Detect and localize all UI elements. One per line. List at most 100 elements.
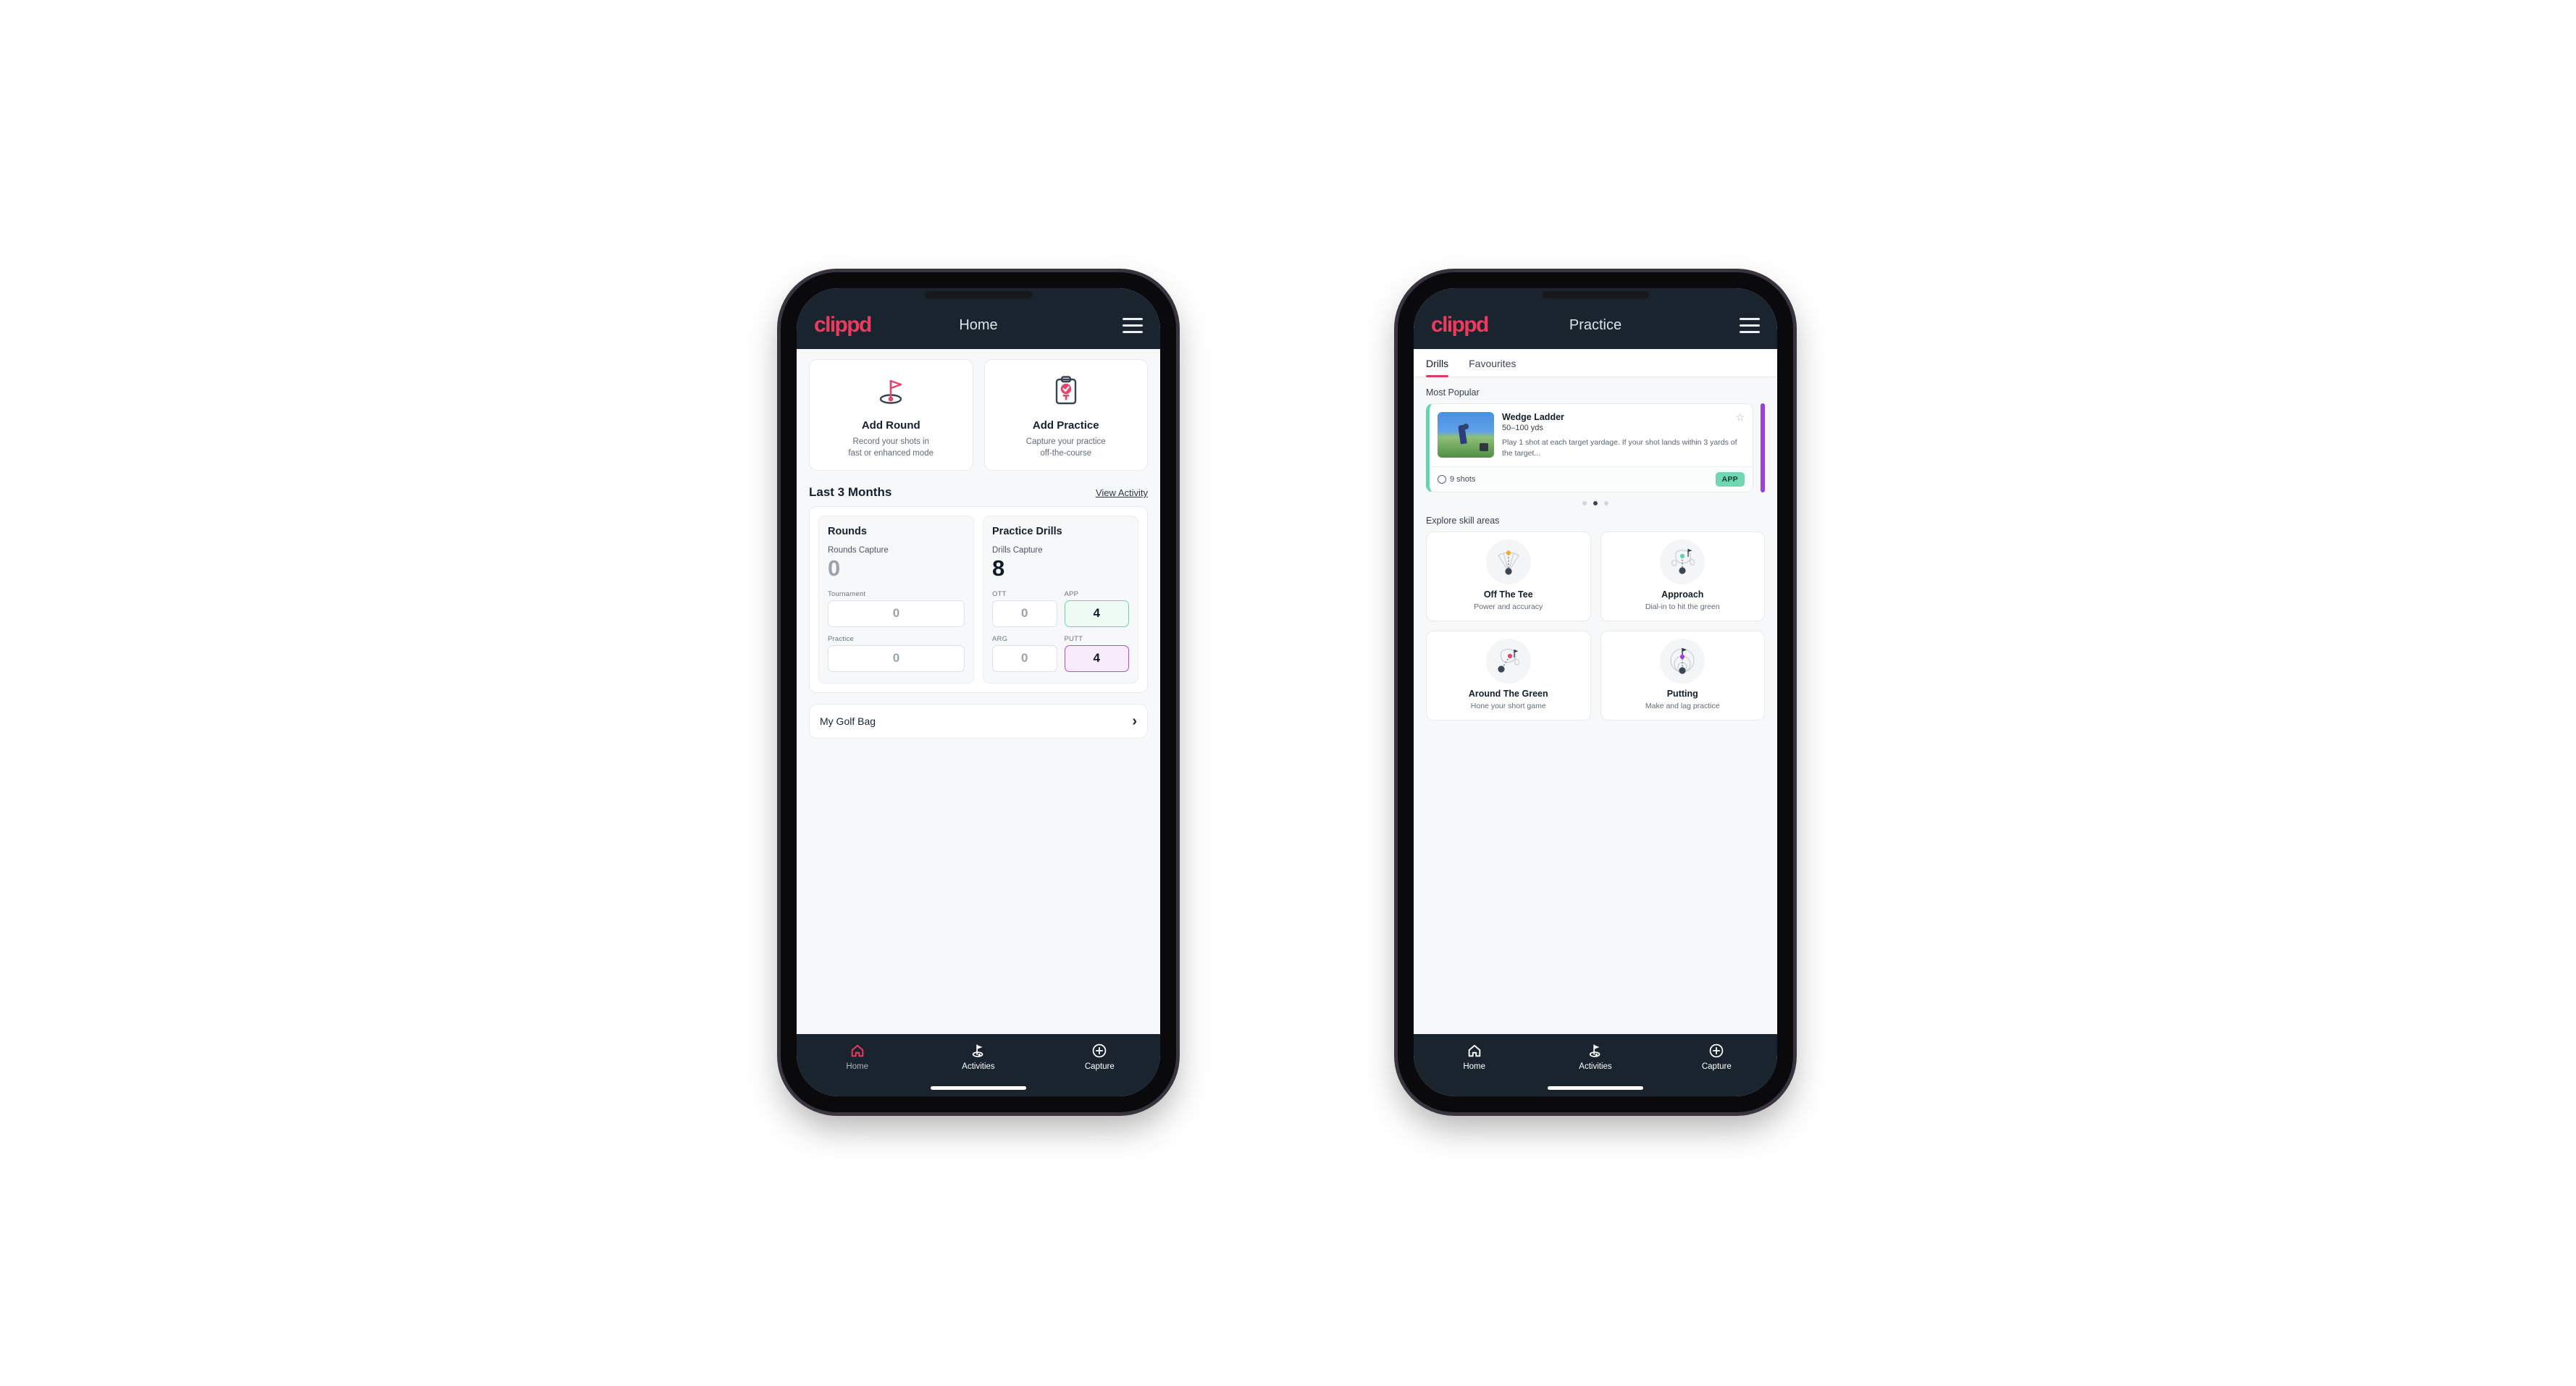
ott-value[interactable]: 0 — [992, 600, 1057, 627]
rounds-capture-label: Rounds Capture — [828, 546, 889, 555]
skill-card-approach[interactable]: Approach Dial-in to hit the green — [1600, 531, 1765, 621]
nav-capture[interactable]: Capture — [1039, 1043, 1160, 1071]
phone-home: clippd Home Add Round Record your shots … — [781, 272, 1176, 1112]
clipboard-check-tee-icon — [1050, 373, 1082, 409]
add-practice-sub-1: Capture your practice — [1025, 437, 1106, 446]
drill-shots: 9 shots — [1438, 474, 1476, 484]
golf-ball-icon — [1438, 474, 1446, 484]
section-title: Last 3 Months — [809, 485, 892, 500]
skill-title: Approach — [1661, 589, 1704, 600]
nav-capture[interactable]: Capture — [1656, 1043, 1777, 1071]
hamburger-icon[interactable] — [1740, 317, 1760, 333]
most-popular-label: Most Popular — [1426, 387, 1480, 398]
chevron-right-icon: › — [1132, 713, 1137, 729]
drill-category-badge: APP — [1715, 471, 1745, 487]
nav-activities[interactable]: Activities — [1535, 1043, 1656, 1071]
nav-capture-label: Capture — [1701, 1062, 1732, 1071]
clippd-logo: clippd — [814, 313, 872, 337]
drills-row-1: OTT 0 APP 4 — [992, 582, 1129, 627]
add-practice-sub-2: off-the-course — [1040, 448, 1092, 458]
add-practice-title: Add Practice — [1032, 419, 1099, 432]
skill-card-putting[interactable]: Putting Make and lag practice — [1600, 630, 1765, 721]
drill-description: Play 1 shot at each target yardage. If y… — [1502, 438, 1737, 458]
skill-title: Around The Green — [1468, 688, 1548, 699]
arg-label: ARG — [992, 634, 1008, 643]
stats-card: Rounds Rounds Capture 0 Tournament 0 Pra… — [809, 506, 1148, 693]
carousel-dots — [1414, 492, 1777, 508]
drills-row-2: ARG 0 PUTT 4 — [992, 627, 1129, 672]
hamburger-icon[interactable] — [1123, 317, 1143, 333]
phone-notch — [1542, 291, 1649, 298]
home-screen: clippd Home Add Round Record your shots … — [797, 288, 1160, 1096]
carousel-dot-2[interactable] — [1593, 500, 1598, 505]
tab-favourites[interactable]: Favourites — [1459, 349, 1526, 377]
add-round-card[interactable]: Add Round Record your shots in fast or e… — [809, 359, 973, 471]
skill-card-around-the-green[interactable]: Around The Green Hone your short game — [1426, 630, 1591, 721]
add-round-sub-2: fast or enhanced mode — [848, 448, 934, 458]
explore-skill-areas-label: Explore skill areas — [1426, 515, 1500, 526]
drill-card-top: Wedge Ladder ☆ 50–100 yds Play 1 shot at… — [1430, 404, 1753, 466]
screenshot-stage: clippd Home Add Round Record your shots … — [0, 0, 2576, 1386]
skill-title: Putting — [1666, 688, 1698, 699]
ott-label: OTT — [992, 589, 1007, 598]
drill-yardage: 50–100 yds — [1502, 424, 1543, 432]
plus-circle-icon — [1093, 1043, 1107, 1058]
add-practice-card[interactable]: Add Practice Capture your practice off-t… — [983, 359, 1148, 471]
app-label: APP — [1064, 589, 1079, 598]
clippd-logo: clippd — [1431, 313, 1489, 337]
last-3-months-header: Last 3 Months View Activity — [797, 471, 1160, 506]
nav-activities[interactable]: Activities — [918, 1043, 1039, 1071]
carousel-dot-1[interactable] — [1582, 500, 1587, 505]
nav-home[interactable]: Home — [797, 1043, 918, 1071]
practice-label: Practice — [828, 634, 854, 643]
golf-flag-icon — [972, 1044, 983, 1057]
practice-body: Most Popular Wedge Ladder ☆ 50–100 yds P… — [1414, 377, 1777, 1034]
my-golf-bag-row[interactable]: My Golf Bag › — [809, 703, 1148, 739]
drill-shots-label: 9 shots — [1450, 474, 1476, 484]
drill-card-next-peek[interactable] — [1761, 403, 1765, 492]
drill-card-wedge-ladder[interactable]: Wedge Ladder ☆ 50–100 yds Play 1 shot at… — [1426, 403, 1753, 492]
nav-home[interactable]: Home — [1414, 1043, 1535, 1071]
skill-sub: Make and lag practice — [1645, 701, 1720, 710]
drill-title: Wedge Ladder — [1502, 412, 1564, 422]
add-round-title: Add Round — [861, 419, 920, 432]
view-activity-link[interactable]: View Activity — [1096, 487, 1148, 498]
phone-practice: clippd Practice Drills Favourites Most P… — [1398, 272, 1793, 1112]
home-bottom-nav: Home Activities Capture — [797, 1034, 1160, 1096]
drills-heading: Practice Drills — [992, 526, 1062, 538]
green-approach-icon — [1660, 539, 1706, 584]
drill-thumbnail — [1438, 412, 1494, 458]
practice-value[interactable]: 0 — [828, 644, 965, 672]
carousel-dot-3[interactable] — [1604, 500, 1608, 505]
skill-area-grid: Off The Tee Power and accuracy Approach … — [1414, 531, 1777, 721]
home-indicator — [931, 1086, 1026, 1090]
rounds-capture-value: 0 — [828, 555, 841, 581]
skill-sub: Power and accuracy — [1474, 602, 1543, 611]
tab-drills[interactable]: Drills — [1426, 349, 1459, 377]
phone-notch — [925, 291, 1032, 298]
home-body: Add Round Record your shots in fast or e… — [797, 349, 1160, 1034]
nav-activities-label: Activities — [962, 1062, 995, 1071]
putt-label: PUTT — [1064, 634, 1083, 643]
drill-carousel[interactable]: Wedge Ladder ☆ 50–100 yds Play 1 shot at… — [1414, 403, 1777, 492]
nav-capture-label: Capture — [1084, 1062, 1115, 1071]
drills-capture-value: 8 — [992, 555, 1005, 581]
star-outline-icon[interactable]: ☆ — [1735, 412, 1745, 422]
rounds-column: Rounds Rounds Capture 0 Tournament 0 Pra… — [818, 516, 974, 684]
drill-card-footer: 9 shots APP — [1430, 466, 1753, 492]
skill-sub: Dial-in to hit the green — [1645, 602, 1720, 611]
nav-activities-label: Activities — [1579, 1062, 1612, 1071]
arg-value[interactable]: 0 — [992, 644, 1057, 672]
golf-flag-hole-icon — [874, 373, 907, 409]
plus-circle-icon — [1710, 1043, 1724, 1058]
putt-value[interactable]: 4 — [1064, 644, 1129, 672]
tournament-value[interactable]: 0 — [828, 600, 965, 627]
tournament-label: Tournament — [828, 589, 866, 598]
nav-home-label: Home — [1463, 1062, 1485, 1071]
app-value[interactable]: 4 — [1064, 600, 1129, 627]
my-golf-bag-label: My Golf Bag — [820, 715, 876, 727]
drills-capture-label: Drills Capture — [992, 546, 1043, 555]
skill-card-off-the-tee[interactable]: Off The Tee Power and accuracy — [1426, 531, 1591, 621]
tee-shot-fan-icon — [1485, 539, 1531, 584]
drill-meta: Wedge Ladder ☆ 50–100 yds Play 1 shot at… — [1502, 412, 1745, 459]
